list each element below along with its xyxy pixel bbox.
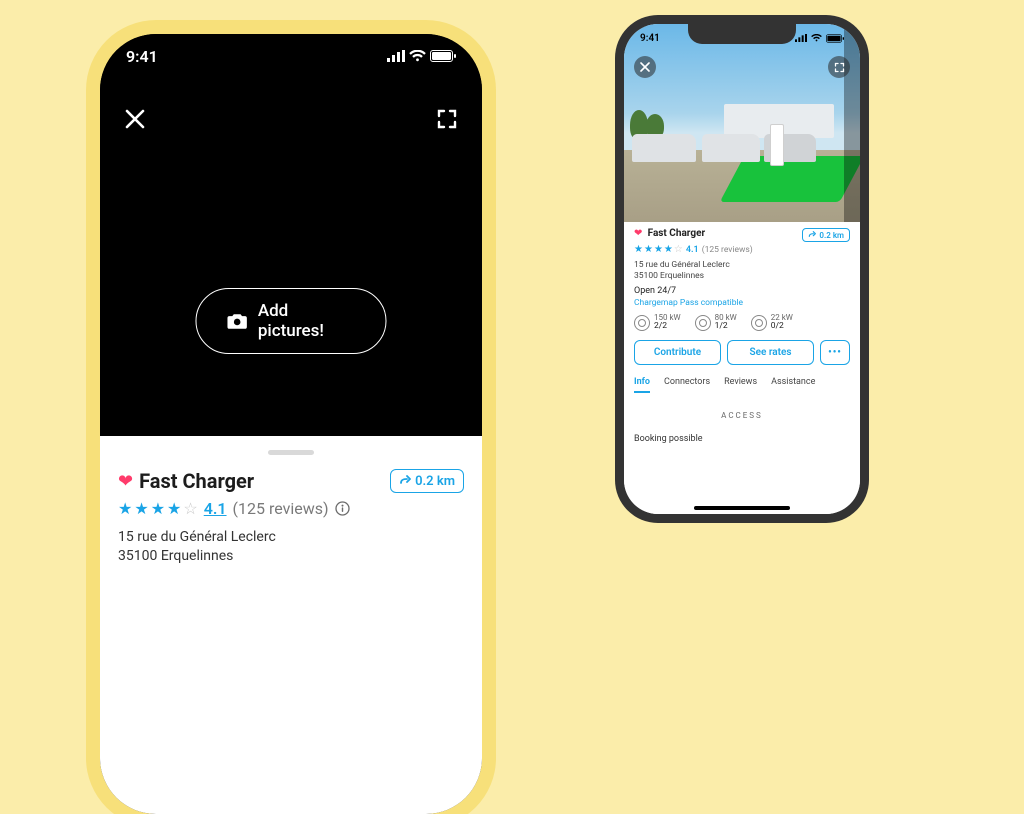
close-button[interactable] — [124, 108, 146, 130]
directions-icon — [808, 231, 816, 239]
favorite-icon[interactable]: ❤ — [634, 228, 642, 239]
connector-item: 22 kW 0/2 — [751, 314, 793, 331]
fullscreen-icon — [436, 108, 458, 130]
review-count[interactable]: (125 reviews) — [702, 245, 753, 255]
wifi-icon — [811, 34, 822, 42]
rating-value[interactable]: 4.1 — [686, 245, 699, 255]
review-count[interactable]: (125 reviews) — [233, 499, 329, 518]
address-line1: 15 rue du Général Leclerc — [634, 260, 850, 271]
phone-small-mock: 9:41 ❤ Fast Charger 0. — [624, 24, 860, 514]
connector-availability: 2/2 — [654, 322, 681, 331]
battery-icon — [826, 34, 844, 43]
station-card: ❤ Fast Charger 0.2 km ★★★★☆ 4.1 (125 rev… — [624, 222, 860, 514]
camera-icon — [227, 312, 248, 330]
connector-summary: 150 kW 2/2 80 kW 1/2 22 kW 0/2 — [634, 314, 850, 331]
status-time: 9:41 — [640, 33, 660, 44]
cellular-icon — [387, 50, 405, 62]
detail-tabs: Info Connectors Reviews Assistance — [634, 377, 850, 393]
notch — [201, 34, 381, 64]
photo-area-empty: Add pictures! — [100, 34, 482, 436]
drag-handle[interactable] — [268, 450, 314, 455]
pass-compatible-link[interactable]: Chargemap Pass compatible — [634, 298, 850, 308]
phone-large-mock: 9:41 Add pictures! ❤ Fast Charger — [100, 34, 482, 814]
add-pictures-label: Add pictures! — [258, 301, 356, 341]
add-pictures-button[interactable]: Add pictures! — [196, 288, 387, 354]
connector-availability: 0/2 — [771, 322, 793, 331]
hours-label: Open 24/7 — [634, 286, 850, 296]
home-indicator[interactable] — [694, 506, 790, 510]
connector-item: 80 kW 1/2 — [695, 314, 737, 331]
connector-icon — [695, 315, 711, 331]
directions-icon — [399, 475, 411, 487]
rating-value[interactable]: 4.1 — [204, 499, 227, 518]
connector-item: 150 kW 2/2 — [634, 314, 681, 331]
station-title: Fast Charger — [648, 228, 706, 239]
distance-button[interactable]: 0.2 km — [390, 469, 464, 493]
see-rates-button[interactable]: See rates — [727, 340, 814, 365]
star-rating: ★★★★☆ — [634, 244, 683, 255]
info-icon — [335, 501, 350, 516]
close-icon — [124, 108, 146, 130]
fullscreen-button[interactable] — [436, 108, 458, 130]
close-button[interactable] — [634, 56, 656, 78]
address-line2: 35100 Erquelinnes — [118, 547, 464, 566]
station-title: Fast Charger — [139, 469, 254, 493]
wifi-icon — [409, 50, 426, 62]
distance-button[interactable]: 0.2 km — [802, 228, 850, 242]
status-time: 9:41 — [126, 47, 158, 66]
close-icon — [640, 62, 650, 72]
favorite-icon[interactable]: ❤ — [118, 471, 133, 492]
address-line2: 35100 Erquelinnes — [634, 271, 850, 282]
notch — [688, 24, 796, 44]
connector-icon — [751, 315, 767, 331]
section-heading-access: ACCESS — [634, 411, 850, 420]
address-line1: 15 rue du Général Leclerc — [118, 528, 464, 547]
more-actions-button[interactable]: ••• — [820, 340, 850, 365]
tab-info[interactable]: Info — [634, 377, 650, 393]
station-card: ❤ Fast Charger 0.2 km ★★★★☆ 4.1 (125 rev… — [100, 436, 482, 814]
info-button[interactable] — [335, 501, 350, 516]
tab-assistance[interactable]: Assistance — [771, 377, 815, 393]
tab-connectors[interactable]: Connectors — [664, 377, 710, 393]
distance-label: 0.2 km — [819, 231, 844, 240]
star-rating: ★★★★☆ — [118, 499, 198, 518]
connector-availability: 1/2 — [715, 322, 737, 331]
station-photo[interactable] — [624, 24, 860, 222]
contribute-button[interactable]: Contribute — [634, 340, 721, 365]
fullscreen-icon — [834, 62, 845, 73]
tab-reviews[interactable]: Reviews — [724, 377, 757, 393]
cellular-icon — [795, 34, 807, 42]
status-indicators — [387, 50, 456, 62]
status-indicators — [795, 34, 844, 43]
next-photo-peek[interactable] — [844, 24, 860, 222]
fullscreen-button[interactable] — [828, 56, 850, 78]
booking-possible-label: Booking possible — [634, 434, 850, 444]
distance-label: 0.2 km — [415, 474, 455, 489]
battery-icon — [430, 50, 456, 62]
connector-icon — [634, 315, 650, 331]
